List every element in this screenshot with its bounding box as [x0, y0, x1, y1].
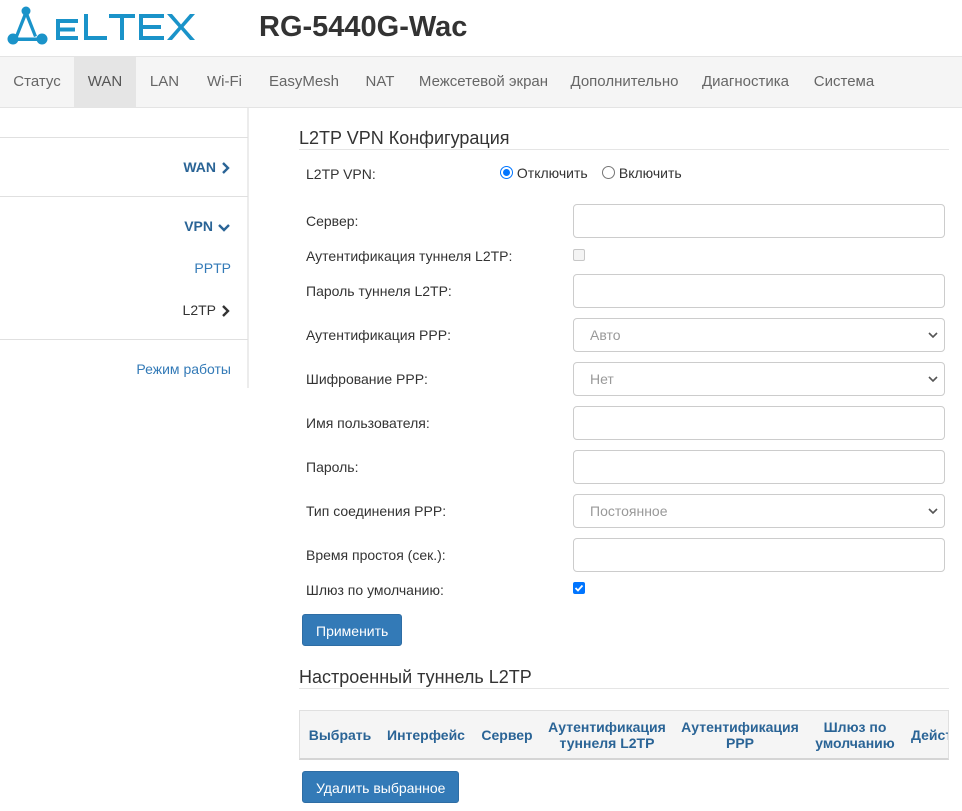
- section-divider: [299, 149, 949, 150]
- delete-selected-button[interactable]: Удалить выбранное: [302, 771, 460, 803]
- chevron-down-icon: [928, 508, 938, 515]
- column-header-server: Сервер: [481, 727, 533, 743]
- column-header-interface: Интерфейс: [387, 727, 465, 743]
- sidebar-item-label: WAN: [183, 159, 216, 175]
- chevron-down-icon: [218, 223, 230, 232]
- server-label: Сервер:: [306, 213, 359, 229]
- ppp-auth-value: Авто: [590, 327, 621, 343]
- device-model-title: RG-5440G-Wac: [259, 11, 468, 43]
- username-input[interactable]: [573, 406, 945, 440]
- config-title: L2TP VPN Конфигурация: [299, 128, 510, 148]
- tunnel-password-input[interactable]: [573, 274, 945, 308]
- nav-lan[interactable]: LAN: [136, 57, 193, 107]
- ppp-conn-type-label: Тип соединения PPP:: [306, 503, 447, 519]
- nav-additional[interactable]: Дополнительно: [559, 57, 690, 107]
- sidebar-item-mode[interactable]: Режим работы: [136, 361, 231, 377]
- tunnel-auth-checkbox[interactable]: [573, 249, 585, 261]
- radio-disable[interactable]: Отключить: [500, 165, 588, 181]
- server-input[interactable]: [573, 204, 945, 238]
- nav-system[interactable]: Система: [801, 57, 887, 107]
- section-divider: [299, 688, 949, 689]
- ppp-encryption-select[interactable]: Нет: [573, 362, 945, 396]
- ppp-conn-type-value: Постоянное: [590, 503, 668, 519]
- sidebar-item-l2tp[interactable]: L2TP: [183, 302, 230, 318]
- radio-enable-label: Включить: [618, 165, 682, 181]
- radio-enable-input[interactable]: [602, 166, 615, 179]
- radio-enable[interactable]: Включить: [602, 165, 682, 181]
- chevron-down-icon: [928, 332, 938, 339]
- default-gateway-label: Шлюз по умолчанию:: [306, 582, 444, 598]
- sidebar-item-pptp[interactable]: PPTP: [194, 260, 231, 276]
- sidebar-divider: [0, 196, 248, 197]
- idle-time-label: Время простоя (сек.):: [306, 547, 446, 563]
- column-header-select: Выбрать: [308, 727, 372, 743]
- nav-wan[interactable]: WAN: [74, 57, 136, 107]
- nav-nat[interactable]: NAT: [352, 57, 408, 107]
- sidebar-divider: [0, 339, 248, 340]
- sidebar-item-vpn[interactable]: VPN: [184, 218, 230, 234]
- chevron-right-icon: [222, 305, 230, 318]
- tunnels-table-header: Выбрать Интерфейс Сервер Аутентификация т…: [299, 710, 949, 760]
- ppp-encryption-value: Нет: [590, 371, 614, 387]
- nav-diagnostics[interactable]: Диагностика: [690, 57, 801, 107]
- sidebar-divider: [0, 137, 248, 138]
- sidebar-item-label: L2TP: [182, 302, 216, 318]
- tunnels-title: Настроенный туннель L2TP: [299, 667, 532, 687]
- checkmark-icon: [574, 584, 584, 592]
- radio-disable-input[interactable]: [500, 166, 513, 179]
- vpn-label: L2TP VPN:: [306, 166, 376, 182]
- tunnel-password-label: Пароль туннеля L2TP:: [306, 283, 452, 299]
- top-nav: Статус WAN LAN Wi-Fi EasyMesh NAT Межсет…: [0, 56, 962, 108]
- sidebar: WAN VPN PPTP L2TP Режим работы: [0, 108, 249, 388]
- sidebar-item-wan[interactable]: WAN: [183, 159, 230, 175]
- sidebar-item-label: VPN: [184, 218, 213, 234]
- column-header-default-gateway: Шлюз по умолчанию: [815, 719, 895, 751]
- tunnel-auth-label: Аутентификация туннеля L2TP:: [306, 248, 513, 264]
- chevron-right-icon: [222, 162, 230, 175]
- password-input[interactable]: [573, 450, 945, 484]
- nav-status[interactable]: Статус: [0, 57, 74, 107]
- ppp-auth-select[interactable]: Авто: [573, 318, 945, 352]
- nav-wifi[interactable]: Wi-Fi: [193, 57, 256, 107]
- nav-firewall[interactable]: Межсетевой экран: [408, 57, 559, 107]
- column-header-actions: Дейст: [911, 727, 949, 743]
- ppp-encryption-label: Шифрование PPP:: [306, 371, 428, 387]
- column-header-ppp-auth: Аутентификация PPP: [681, 719, 799, 751]
- nav-easymesh[interactable]: EasyMesh: [256, 57, 352, 107]
- radio-disable-label: Отключить: [516, 165, 588, 181]
- eltex-logo: [7, 6, 195, 45]
- password-label: Пароль:: [306, 459, 359, 475]
- apply-button[interactable]: Применить: [302, 614, 403, 646]
- idle-time-input[interactable]: [573, 538, 945, 572]
- chevron-down-icon: [928, 376, 938, 383]
- default-gateway-checkbox[interactable]: [573, 582, 585, 594]
- ppp-conn-type-select[interactable]: Постоянное: [573, 494, 945, 528]
- column-header-tunnel-auth: Аутентификация туннеля L2TP: [548, 719, 666, 751]
- username-label: Имя пользователя:: [306, 415, 430, 431]
- header: RG-5440G-Wac: [0, 0, 962, 56]
- ppp-auth-label: Аутентификация PPP:: [306, 327, 451, 343]
